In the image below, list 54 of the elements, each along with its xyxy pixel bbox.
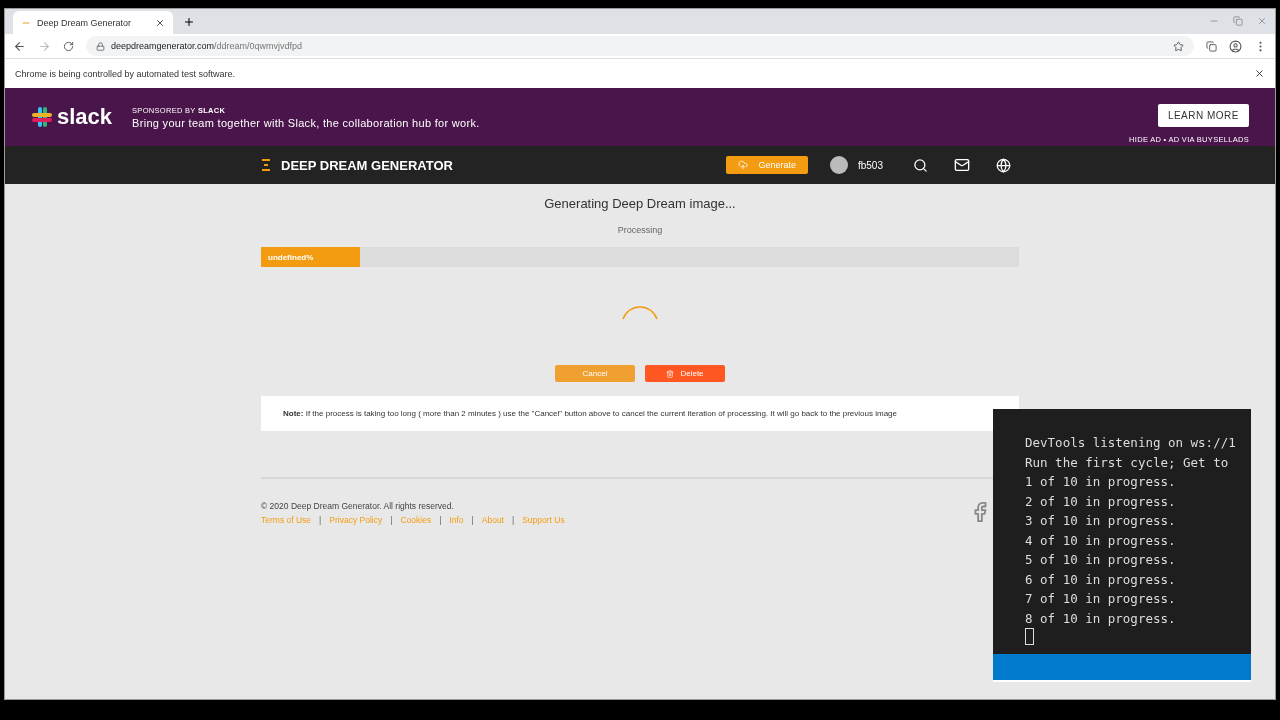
page-title: Generating Deep Dream image...	[544, 196, 736, 211]
footer-link[interactable]: Info	[449, 515, 464, 525]
browser-tab[interactable]: Deep Dream Generator	[13, 11, 173, 34]
terminal-cursor	[1025, 628, 1034, 645]
avatar	[829, 156, 848, 174]
lock-icon	[96, 41, 105, 51]
star-icon[interactable]	[1173, 40, 1184, 52]
terminal-line: 3 of 10 in progress.	[1025, 512, 1177, 530]
terminal-line: 5 of 10 in progress.	[1025, 551, 1177, 569]
terminal-line: 4 of 10 in progress.	[1025, 531, 1177, 550]
address-bar[interactable]: deepdreamgenerator.com/ddream/0qwmvjvdfpd	[86, 36, 1194, 56]
profile-icon[interactable]	[1229, 39, 1242, 53]
close-icon[interactable]	[1254, 68, 1265, 79]
mail-icon[interactable]	[954, 157, 970, 173]
terminal-line: 8 of 10 in progress.	[1025, 609, 1177, 628]
new-tab-icon[interactable]	[183, 16, 195, 28]
cloud-upload-icon	[738, 160, 749, 170]
terminal-line: Run the first cycle; Get to	[1025, 453, 1230, 472]
progress-fill: undefined%	[261, 247, 360, 267]
separator: |	[390, 515, 393, 525]
cancel-button[interactable]: Cancel	[555, 365, 635, 382]
separator: |	[512, 515, 515, 525]
separator: |	[439, 515, 442, 525]
ad-logo-text: slack	[57, 104, 113, 130]
terminal-line: 1 of 10 in progress.	[1025, 473, 1177, 491]
footer-link[interactable]: Privacy Policy	[329, 515, 383, 525]
reload-icon[interactable]	[63, 40, 74, 52]
footer-link[interactable]: About	[481, 515, 504, 525]
close-tab-icon[interactable]	[155, 17, 165, 28]
search-icon[interactable]	[913, 157, 928, 173]
status-text: Processing	[617, 225, 663, 235]
back-icon[interactable]	[13, 39, 26, 53]
globe-icon[interactable]	[996, 157, 1011, 173]
hash-logo-icon	[31, 106, 53, 128]
ad-text: Bring your team together with Slack, the collaboration hub for work.	[132, 116, 481, 129]
username: fb503	[857, 159, 883, 171]
delete-button[interactable]: Delete	[645, 365, 725, 382]
logo-icon	[261, 159, 271, 171]
terminal-line: 2 of 10 in progress.	[1025, 492, 1177, 511]
copyright-text: © 2020 Deep Dream Generator. All rights reserved.	[261, 501, 455, 511]
learn-more-button[interactable]: LEARN MORE	[1157, 104, 1249, 127]
terminal-line: 7 of 10 in progress.	[1025, 590, 1177, 608]
footer-link[interactable]: Terms of Use	[261, 515, 312, 525]
separator: |	[319, 515, 322, 525]
generate-button[interactable]: Generate	[726, 156, 808, 174]
brand-title: DEEP DREAM GENERATOR	[281, 157, 453, 173]
terminal-line: 6 of 10 in progress.	[1025, 570, 1177, 589]
infobar-text: Chrome is being controlled by automated test software.	[15, 68, 236, 79]
note-text: Note: If the process is taking too long ( more than 2 minutes ) use the "Cancel" button above to cancel the current iteration of processing. It will go back to the previous image	[261, 396, 1019, 431]
footer-link[interactable]: Support Us	[522, 515, 565, 525]
terminal-line: DevTools listening on ws://1	[1025, 434, 1237, 452]
separator: |	[471, 515, 474, 525]
footer-link[interactable]: Cookies	[400, 515, 432, 525]
trash-icon	[666, 369, 675, 378]
